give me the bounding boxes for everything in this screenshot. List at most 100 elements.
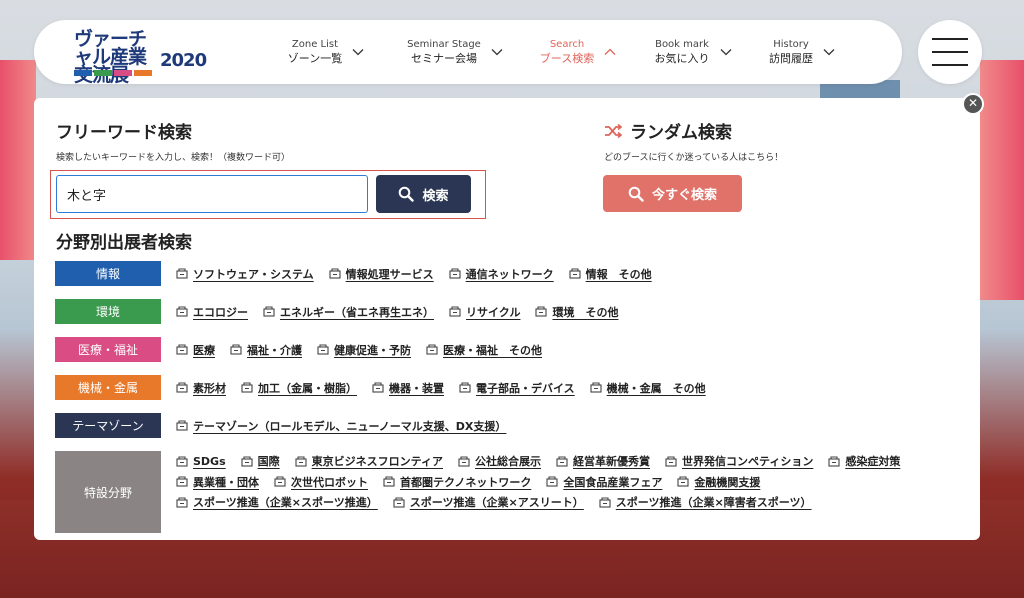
category-link[interactable]: 機器・装置	[372, 375, 444, 400]
logo-tag-env	[94, 70, 112, 76]
category-label[interactable]: 情報	[55, 261, 161, 286]
nav-label-en: Search	[549, 39, 585, 50]
category-link[interactable]: 異業種・団体	[176, 472, 259, 493]
booth-icon	[176, 382, 188, 393]
category-link-label: 情報 その他	[585, 267, 652, 281]
booth-icon	[556, 456, 568, 467]
nav-items: Zone List ゾーン一覧 Seminar Stage セミナー会場 Searc…	[264, 20, 852, 84]
category-link[interactable]: エネルギー（省エネ再生エネ）	[263, 299, 434, 324]
random-search-heading: ランダム検索	[604, 118, 732, 143]
booth-icon	[317, 344, 329, 355]
category-link[interactable]: リサイクル	[449, 299, 520, 324]
category-link[interactable]: 医療	[176, 337, 215, 362]
random-search-heading-text: ランダム検索	[630, 123, 732, 143]
logo-color-tags	[74, 70, 152, 76]
category-link-label: エネルギー（省エネ再生エネ）	[280, 305, 434, 319]
booth-icon	[230, 344, 242, 355]
chevron-down-icon	[352, 49, 364, 56]
site-logo[interactable]: ヴァーチャル産業交流展 2020	[74, 28, 220, 85]
booth-icon	[176, 476, 188, 487]
category-link[interactable]: 次世代ロボット	[274, 472, 368, 493]
category-link[interactable]: 感染症対策	[828, 451, 900, 472]
free-word-search-box: 検索	[50, 170, 486, 219]
category-link[interactable]: 素形材	[176, 375, 226, 400]
category-row: 環境 エコロジー エネルギー（省エネ再生エネ） リサイクル 環境 その他	[55, 299, 966, 324]
booth-icon	[535, 306, 548, 317]
booth-icon	[241, 456, 253, 467]
category-label[interactable]: テーマゾーン	[55, 413, 161, 438]
booth-icon	[459, 382, 471, 393]
chevron-down-icon	[720, 49, 731, 56]
category-link-label: 金融機関支援	[694, 475, 761, 489]
booth-icon	[458, 456, 470, 467]
background-building-right	[980, 60, 1024, 300]
category-links: ソフトウェア・システム 情報処理サービス 通信ネットワーク 情報 その他	[176, 261, 966, 286]
category-link[interactable]: スポーツ推進（企業×障害者スポーツ）	[599, 492, 812, 513]
category-link[interactable]: 環境 その他	[535, 299, 618, 324]
category-label[interactable]: 機械・金属	[55, 375, 161, 400]
nav-label-jp: ブース検索	[539, 52, 595, 65]
chevron-down-icon	[491, 49, 503, 56]
category-link[interactable]: 金融機関支援	[677, 472, 760, 493]
booth-icon	[665, 456, 677, 467]
category-link[interactable]: 国際	[241, 451, 280, 472]
category-links: テーマゾーン（ロールモデル、ニューノーマル支援、DX支援）	[176, 413, 966, 438]
booth-icon	[677, 476, 689, 487]
category-link-label: 機械・金属 その他	[606, 381, 706, 395]
nav-search[interactable]: Search ブース検索	[522, 20, 634, 84]
category-link[interactable]: スポーツ推進（企業×アスリート）	[393, 492, 584, 513]
hamburger-icon[interactable]	[918, 20, 982, 84]
category-label[interactable]: 医療・福祉	[55, 337, 161, 362]
nav-label-en: Seminar Stage	[407, 39, 481, 50]
category-link[interactable]: 通信ネットワーク	[449, 261, 554, 286]
nav-bookmark[interactable]: Book mark お気に入り	[634, 20, 752, 84]
search-button[interactable]: 検索	[376, 175, 471, 213]
booth-icon	[599, 497, 611, 508]
category-link-label: 福祉・介護	[247, 343, 302, 357]
category-link[interactable]: 健康促進・予防	[317, 337, 411, 362]
booth-icon	[295, 456, 307, 467]
category-link[interactable]: 経営革新優秀賞	[556, 451, 650, 472]
category-link[interactable]: エコロジー	[176, 299, 248, 324]
booth-icon	[569, 268, 581, 279]
category-link[interactable]: ソフトウェア・システム	[176, 261, 314, 286]
nav-label-en: Zone List	[291, 39, 339, 50]
category-link[interactable]: 福祉・介護	[230, 337, 302, 362]
category-link[interactable]: スポーツ推進（企業×スポーツ推進）	[176, 492, 378, 513]
category-link[interactable]: 医療・福祉 その他	[426, 337, 542, 362]
random-search-button-label: 今すぐ検索	[651, 188, 717, 203]
category-link[interactable]: 加工（金属・樹脂）	[241, 375, 357, 400]
category-link[interactable]: テーマゾーン（ロールモデル、ニューノーマル支援、DX支援）	[176, 413, 506, 438]
category-links: 医療 福祉・介護 健康促進・予防 医療・福祉 その他	[176, 337, 966, 362]
category-link[interactable]: 全国食品産業フェア	[546, 472, 662, 493]
category-link[interactable]: 世界発信コンペティション	[665, 451, 813, 472]
nav-label-jp: ゾーン一覧	[287, 52, 343, 65]
category-link[interactable]: 東京ビジネスフロンティア	[295, 451, 443, 472]
booth-icon	[426, 344, 438, 355]
category-link[interactable]: 電子部品・デバイス	[459, 375, 575, 400]
booth-icon	[449, 268, 461, 279]
category-link-label: 電子部品・デバイス	[476, 381, 575, 395]
category-link[interactable]: 首都圏テクノネットワーク	[383, 472, 531, 493]
shuffle-icon	[605, 123, 622, 138]
category-link[interactable]: 公社総合展示	[458, 451, 541, 472]
category-row: 機械・金属 素形材 加工（金属・樹脂） 機器・装置 電子部品・デバイス 機械・金属 その他	[55, 375, 966, 400]
free-word-heading: フリーワード検索	[56, 123, 192, 143]
category-label[interactable]: 環境	[55, 299, 161, 324]
category-link-label: 次世代ロボット	[291, 475, 368, 489]
search-input[interactable]	[56, 175, 368, 213]
nav-history[interactable]: History 訪問履歴	[752, 20, 852, 84]
category-link-label: 国際	[257, 455, 280, 469]
category-label[interactable]: 特設分野	[55, 451, 161, 533]
category-link[interactable]: 機械・金属 その他	[590, 375, 706, 400]
logo-tag-mach	[134, 70, 152, 76]
category-link-label: 首都圏テクノネットワーク	[400, 475, 532, 489]
nav-seminar-stage[interactable]: Seminar Stage セミナー会場	[388, 20, 522, 84]
random-search-button[interactable]: 今すぐ検索	[603, 175, 742, 212]
category-link[interactable]: 情報 その他	[569, 261, 652, 286]
category-link-label: 通信ネットワーク	[465, 267, 554, 281]
close-icon[interactable]: ✕	[962, 93, 984, 115]
nav-zone-list[interactable]: Zone List ゾーン一覧	[264, 20, 388, 84]
category-link[interactable]: SDGs	[176, 451, 226, 472]
category-link[interactable]: 情報処理サービス	[329, 261, 434, 286]
